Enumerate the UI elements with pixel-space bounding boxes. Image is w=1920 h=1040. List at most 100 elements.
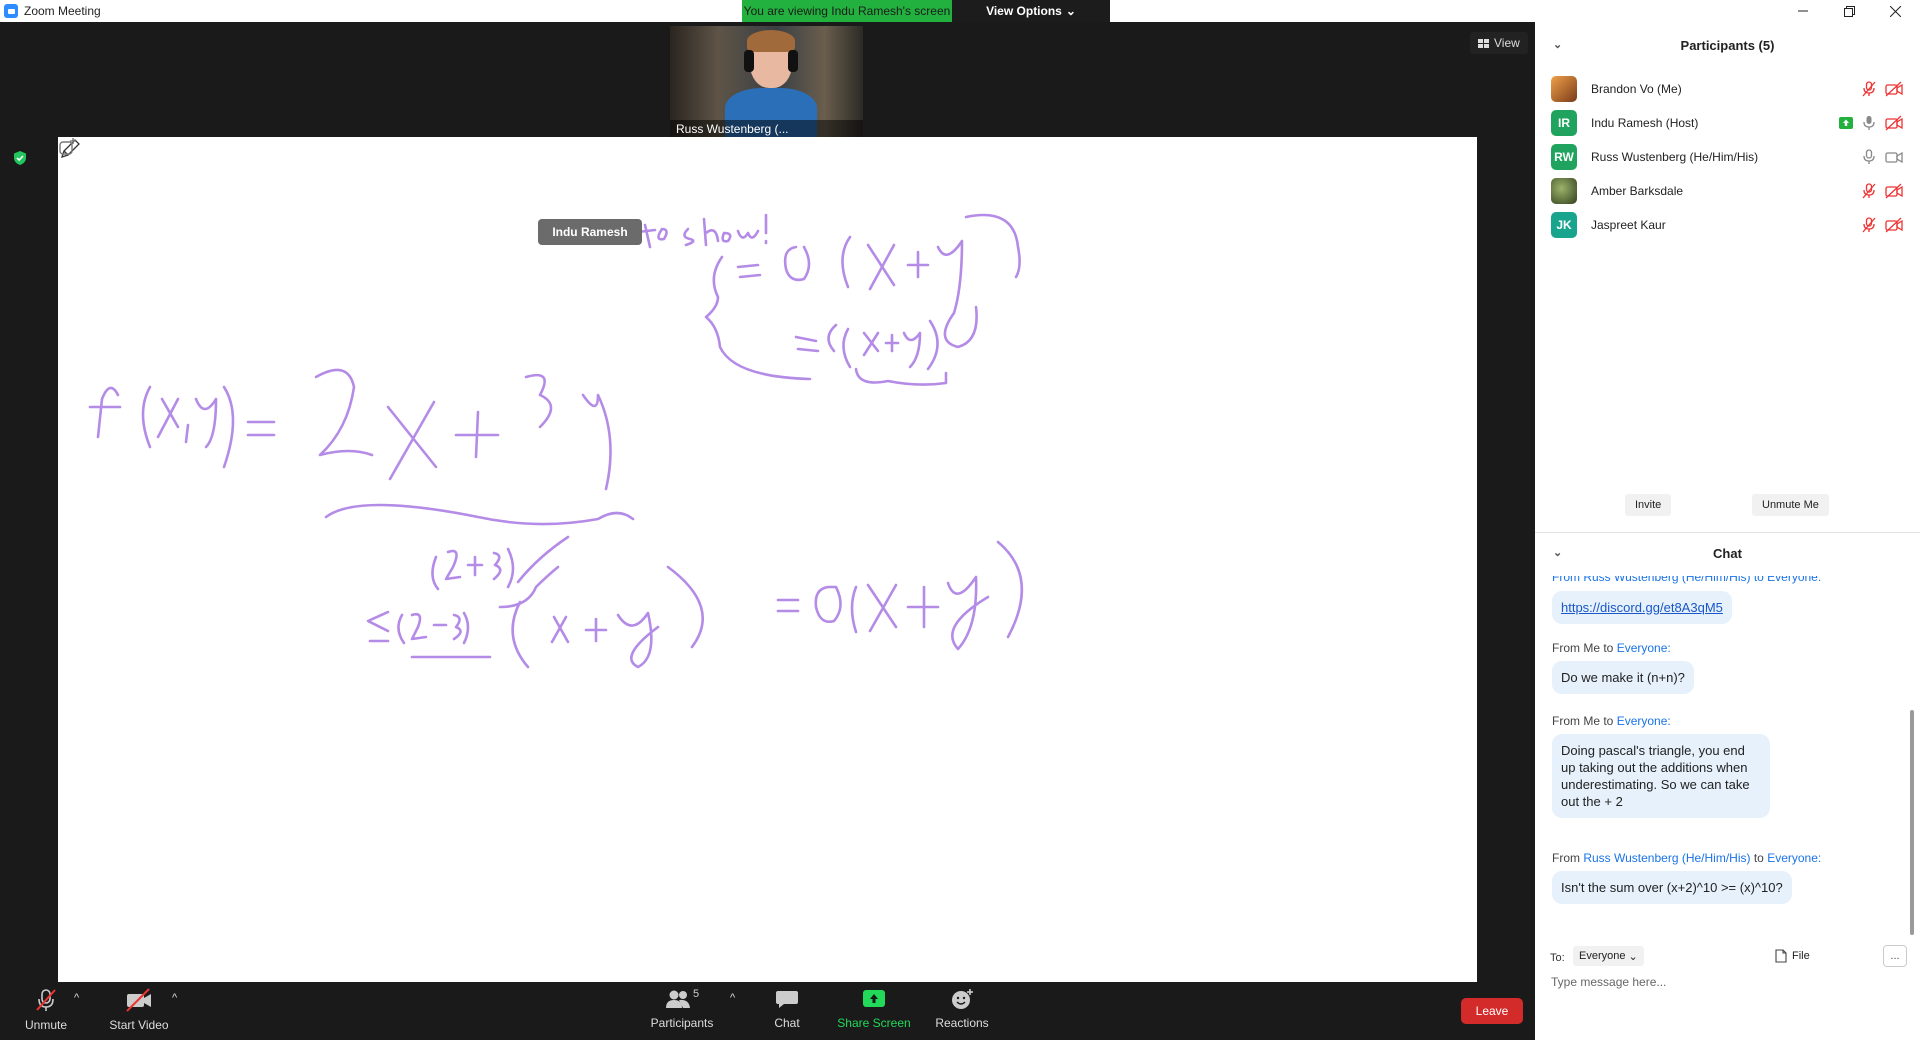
participants-title: Participants (5) bbox=[1680, 37, 1775, 53]
chat-sender-line: From Russ Wustenberg (He/Him/His) to Eve… bbox=[1552, 851, 1822, 865]
chevron-down-icon: ⌄ bbox=[1065, 4, 1076, 18]
reactions-button[interactable]: Reactions bbox=[930, 988, 994, 1030]
sharing-screen-icon bbox=[1839, 117, 1853, 129]
share-screen-icon bbox=[863, 990, 885, 1007]
participant-row[interactable]: JK Jaspreet Kaur bbox=[1551, 208, 1911, 242]
chat-scrollbar[interactable] bbox=[1910, 710, 1914, 935]
participant-row[interactable]: RW Russ Wustenberg (He/Him/His) bbox=[1551, 140, 1911, 174]
microphone-muted-icon[interactable] bbox=[1861, 81, 1877, 97]
chat-label: Chat bbox=[774, 1016, 800, 1030]
start-video-label: Start Video bbox=[109, 1018, 169, 1032]
video-options-caret-icon[interactable]: ^ bbox=[172, 992, 177, 1004]
chat-bubble: Doing pascal's triangle, you end up taki… bbox=[1552, 734, 1770, 818]
headset-right bbox=[788, 50, 798, 72]
video-thumbnail[interactable]: Russ Wustenberg (... bbox=[670, 26, 863, 138]
collapse-chat-chevron-icon[interactable]: ⌄ bbox=[1553, 546, 1562, 559]
share-screen-label: Share Screen bbox=[837, 1016, 911, 1030]
participants-button[interactable]: 5 Participants bbox=[650, 988, 714, 1030]
chat-sender-name[interactable]: Russ Wustenberg (He/Him/His) bbox=[1583, 851, 1750, 865]
share-screen-button[interactable]: Share Screen bbox=[836, 988, 912, 1030]
headset-left bbox=[744, 50, 754, 72]
handwriting-drawing bbox=[88, 213, 1024, 669]
participant-count: 5 bbox=[692, 988, 700, 1000]
chat-sender-line: From Me to Everyone: bbox=[1552, 714, 1671, 728]
chat-header: ⌄ Chat bbox=[1535, 536, 1920, 570]
more-options-button[interactable]: ... bbox=[1883, 945, 1907, 967]
microphone-icon[interactable] bbox=[1861, 115, 1877, 131]
avatar: IR bbox=[1551, 110, 1577, 136]
encryption-shield-icon[interactable] bbox=[12, 150, 28, 166]
video-off-icon[interactable] bbox=[1885, 217, 1903, 233]
panel-divider bbox=[1535, 532, 1920, 533]
participant-row[interactable]: Amber Barksdale bbox=[1551, 174, 1911, 208]
chat-sender-line: From Russ Wustenberg (He/Him/His) to Eve… bbox=[1552, 576, 1822, 584]
unmute-me-button[interactable]: Unmute Me bbox=[1752, 494, 1829, 516]
avatar: RW bbox=[1551, 144, 1577, 170]
collapse-participants-chevron-icon[interactable]: ⌄ bbox=[1553, 38, 1562, 51]
file-button[interactable]: File bbox=[1775, 946, 1810, 966]
start-video-button[interactable]: Start Video bbox=[106, 988, 172, 1032]
viewing-screen-banner: You are viewing Indu Ramesh's screen bbox=[742, 0, 952, 22]
avatar bbox=[1551, 76, 1577, 102]
chat-recipient[interactable]: Everyone: bbox=[1767, 851, 1821, 865]
view-options-label: View Options bbox=[986, 4, 1062, 18]
avatar bbox=[1551, 178, 1577, 204]
participant-name: Russ Wustenberg (He/Him/His) bbox=[1591, 150, 1759, 164]
leave-button[interactable]: Leave bbox=[1461, 998, 1523, 1024]
view-options-button[interactable]: View Options ⌄ bbox=[952, 0, 1110, 22]
reactions-icon bbox=[952, 989, 973, 1009]
participant-row[interactable]: IR Indu Ramesh (Host) bbox=[1551, 106, 1911, 140]
minimize-button[interactable] bbox=[1780, 0, 1826, 22]
chat-message-input[interactable] bbox=[1549, 970, 1903, 994]
window-title: Zoom Meeting bbox=[24, 4, 101, 18]
unmute-label: Unmute bbox=[24, 1018, 68, 1032]
chat-from-prefix: From Me to bbox=[1552, 714, 1617, 728]
chat-bubble: Isn't the sum over (x+2)^10 >= (x)^10? bbox=[1552, 871, 1792, 904]
video-off-icon bbox=[126, 988, 151, 1012]
video-off-icon[interactable] bbox=[1885, 81, 1903, 97]
participants-caret-icon[interactable]: ^ bbox=[730, 992, 735, 1004]
microphone-icon[interactable] bbox=[1861, 149, 1877, 165]
chat-messages[interactable]: From Russ Wustenberg (He/Him/His) to Eve… bbox=[1535, 576, 1920, 916]
viewing-screen-text: You are viewing Indu Ramesh's screen bbox=[743, 4, 951, 18]
chevron-down-icon: ⌄ bbox=[1628, 950, 1638, 963]
participant-name: Jaspreet Kaur bbox=[1591, 218, 1666, 232]
chat-from-prefix: From Me to bbox=[1552, 641, 1617, 655]
restore-button[interactable] bbox=[1826, 0, 1872, 22]
zoom-app-icon bbox=[4, 4, 18, 18]
close-icon bbox=[1889, 5, 1901, 17]
chat-recipient[interactable]: Everyone: bbox=[1617, 641, 1671, 655]
video-off-icon[interactable] bbox=[1885, 115, 1903, 131]
video-off-icon[interactable] bbox=[1885, 183, 1903, 199]
close-button[interactable] bbox=[1872, 0, 1918, 22]
add-annotation-icon[interactable] bbox=[58, 137, 78, 157]
minimize-icon bbox=[1798, 10, 1808, 12]
view-label: View bbox=[1494, 36, 1520, 50]
microphone-muted-icon[interactable] bbox=[1861, 217, 1877, 233]
participant-row[interactable]: Brandon Vo (Me) bbox=[1551, 72, 1911, 106]
participant-name: Amber Barksdale bbox=[1591, 184, 1684, 198]
unmute-button[interactable]: Unmute bbox=[20, 988, 72, 1032]
recipient-select[interactable]: Everyone ⌄ bbox=[1573, 946, 1644, 966]
reactions-label: Reactions bbox=[935, 1016, 989, 1030]
view-button[interactable]: View bbox=[1470, 32, 1528, 54]
audio-options-caret-icon[interactable]: ^ bbox=[74, 992, 79, 1004]
chat-bubble: https://discord.gg/et8A3qM5 bbox=[1552, 591, 1732, 624]
grid-view-icon bbox=[1478, 38, 1489, 48]
chat-bubble: Do we make it (n+n)? bbox=[1552, 661, 1694, 694]
discord-link[interactable]: https://discord.gg/et8A3qM5 bbox=[1561, 600, 1723, 615]
video-icon[interactable] bbox=[1885, 149, 1903, 165]
chat-recipient[interactable]: Everyone: bbox=[1617, 714, 1671, 728]
meeting-toolbar: Unmute ^ Start Video ^ 5 Participants ^ … bbox=[0, 982, 1535, 1040]
microphone-muted-icon bbox=[36, 989, 56, 1011]
title-bar: Zoom Meeting You are viewing Indu Ramesh… bbox=[0, 0, 1920, 22]
participants-label: Participants bbox=[650, 1016, 714, 1030]
chat-button[interactable]: Chat bbox=[770, 988, 804, 1030]
thumbnail-name: Russ Wustenberg (... bbox=[670, 120, 863, 138]
recipient-select-value: Everyone bbox=[1579, 950, 1626, 962]
chat-title: Chat bbox=[1713, 545, 1742, 561]
microphone-muted-icon[interactable] bbox=[1861, 183, 1877, 199]
annotator-tag: Indu Ramesh bbox=[538, 219, 642, 245]
invite-button[interactable]: Invite bbox=[1625, 494, 1672, 516]
whiteboard[interactable]: Indu Ramesh bbox=[58, 137, 1477, 987]
